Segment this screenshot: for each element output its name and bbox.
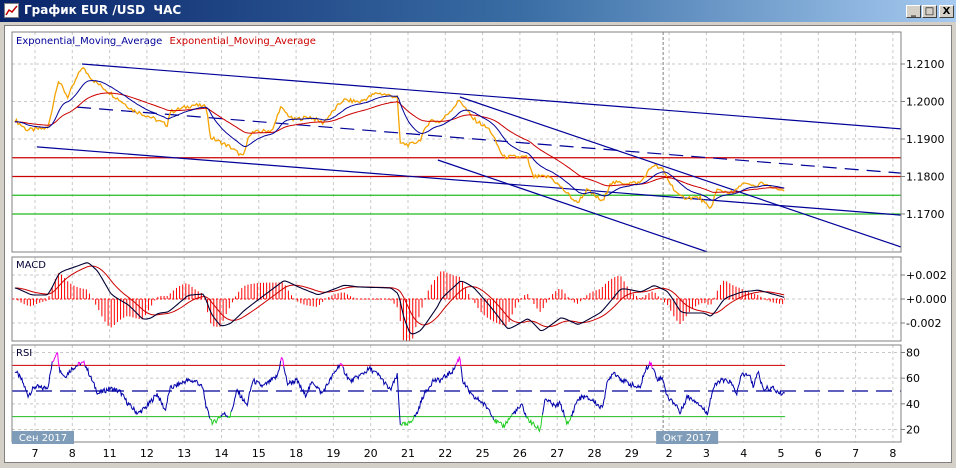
x-tick-label: 28 <box>588 447 602 460</box>
rsi-title: RSI <box>16 348 32 359</box>
x-tick-label: 4 <box>740 447 747 460</box>
x-tick-label: 8 <box>889 447 896 460</box>
x-tick-label: 3 <box>703 447 710 460</box>
rsi-line-segment <box>525 414 543 433</box>
month-label: Сен 2017 <box>19 433 67 444</box>
x-tick-label: 6 <box>815 447 822 460</box>
y-tick-label: +0.000 <box>906 293 947 306</box>
rsi-line-segment <box>84 365 211 419</box>
x-tick-label: 15 <box>252 447 266 460</box>
x-tick-label: 8 <box>69 447 76 460</box>
x-tick-label: 26 <box>513 447 527 460</box>
y-tick-label: 1.1800 <box>906 171 945 184</box>
dashed-trendline <box>77 106 901 174</box>
macd-title: MACD <box>16 260 46 271</box>
x-tick-label: 5 <box>778 447 785 460</box>
x-tick-label: 22 <box>438 447 452 460</box>
rsi-line-segment <box>492 416 494 420</box>
rsi-line-segment <box>58 364 79 379</box>
legend-ema-fast: Exponential_Moving_Average <box>16 36 162 47</box>
y-tick-label: 40 <box>906 398 920 411</box>
y-tick-label: 60 <box>906 372 920 385</box>
legend-ema-slow: Exponential_Moving_Average <box>170 36 316 47</box>
y-tick-label: -0.002 <box>906 317 941 330</box>
chart-canvas[interactable]: 7 8 11 12 13 14 15 18 19 20 21 22 25 26 27 28 29 2 3 4 5 6 7 8 1… <box>0 0 956 468</box>
trendline <box>36 146 901 216</box>
rsi-line-segment <box>512 403 527 418</box>
x-tick-label: 11 <box>103 447 117 460</box>
y-tick-label: +0.002 <box>906 269 947 282</box>
trendline <box>459 96 901 248</box>
rsi-line-segment <box>230 361 282 412</box>
x-tick-label: 12 <box>140 447 154 460</box>
y-tick-label: 1.2100 <box>906 58 945 71</box>
price-panel[interactable] <box>12 63 901 252</box>
x-tick-label: 19 <box>326 447 340 460</box>
rsi-line-segment <box>342 364 401 425</box>
y-tick-label: 1.2000 <box>906 96 945 109</box>
x-tick-label: 21 <box>401 447 415 460</box>
legend: Exponential_Moving_Average Exponential_M… <box>16 36 316 47</box>
x-tick-label: 25 <box>476 447 490 460</box>
x-tick-label: 7 <box>32 447 39 460</box>
rsi-line-segment <box>455 356 462 367</box>
rsi-line-segment <box>651 367 785 416</box>
y-tick-label: 80 <box>906 347 920 360</box>
x-tick-label: 7 <box>852 447 859 460</box>
x-tick-label: 14 <box>215 447 229 460</box>
x-tick-label: 29 <box>625 447 639 460</box>
rsi-line-segment <box>570 364 650 417</box>
rsi-line-segment <box>14 361 53 399</box>
rsi-line-segment <box>283 363 341 399</box>
rsi-line-segment <box>493 415 512 429</box>
y-tick-label: 1.1700 <box>906 208 945 221</box>
y-tick-label: 20 <box>906 423 920 436</box>
x-tick-label: 13 <box>177 447 191 460</box>
month-label: Окт 2017 <box>663 433 711 444</box>
price-panel-frame <box>11 31 902 253</box>
x-tick-label: 20 <box>364 447 378 460</box>
rsi-line-segment <box>542 398 566 418</box>
rsi-panel[interactable] <box>12 352 901 433</box>
rsi-line-segment <box>80 360 86 366</box>
x-tick-label: 27 <box>550 447 564 460</box>
y-tick-label: 1.1900 <box>906 133 945 146</box>
x-tick-label: 18 <box>289 447 303 460</box>
trendline <box>437 159 708 252</box>
x-tick-label: 2 <box>666 447 673 460</box>
rsi-panel-frame <box>11 344 902 443</box>
